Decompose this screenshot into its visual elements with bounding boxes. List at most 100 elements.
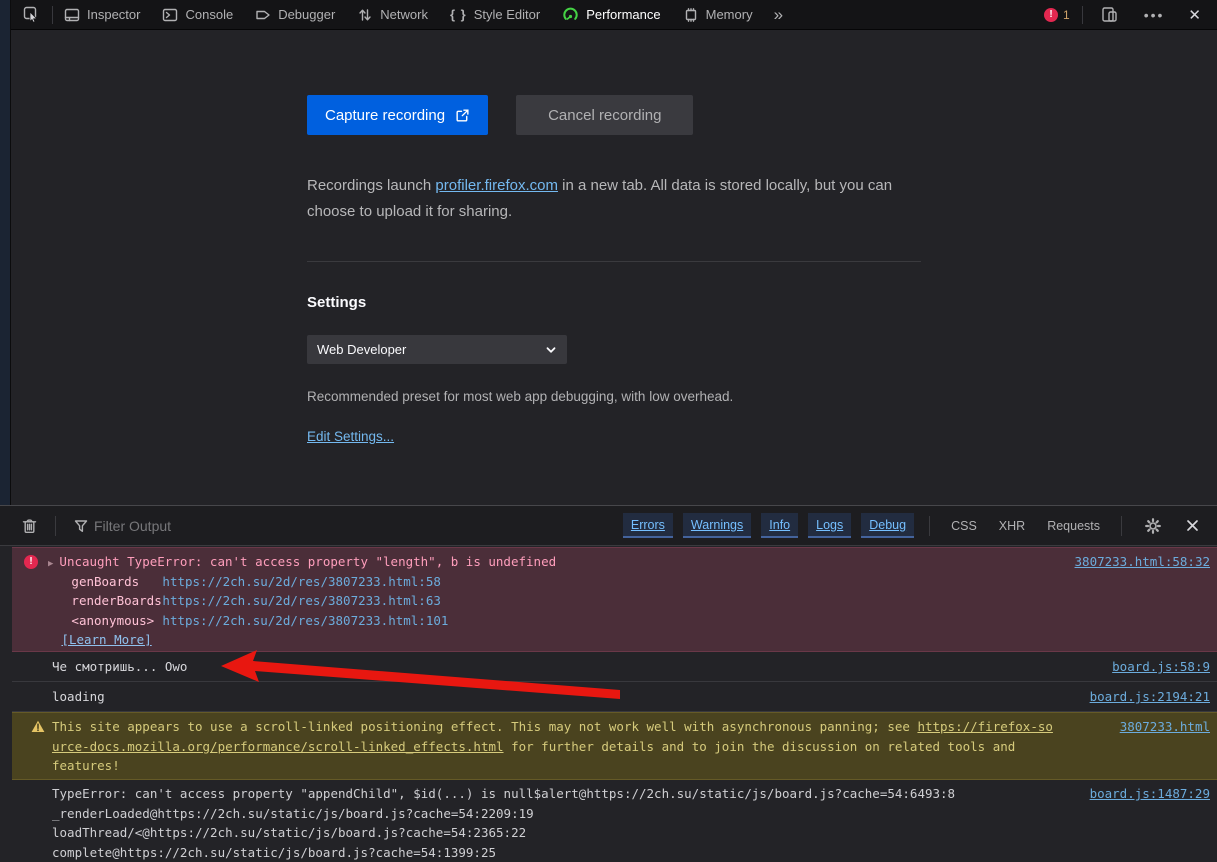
- preset-description: Recommended preset for most web app debu…: [307, 389, 734, 404]
- responsive-design-mode-button[interactable]: [1089, 6, 1130, 23]
- edit-settings-link[interactable]: Edit Settings...: [307, 429, 394, 444]
- message-source-link[interactable]: board.js:2194:21: [1078, 687, 1217, 707]
- frame-function: <anonymous>: [71, 612, 155, 628]
- console-message-warning: This site appears to use a scroll-linked…: [12, 712, 1217, 780]
- performance-panel: Capture recording Cancel recording Recor…: [12, 31, 1217, 503]
- performance-icon: [563, 7, 578, 20]
- filter-output-input[interactable]: [94, 517, 394, 534]
- gear-icon: [1145, 517, 1161, 534]
- warning-icon: [31, 720, 45, 732]
- filter-css-button[interactable]: CSS: [942, 514, 986, 538]
- filter-logs-button[interactable]: Logs: [808, 513, 852, 538]
- tab-inspector[interactable]: Inspector: [53, 0, 151, 29]
- style-editor-icon: { }: [449, 7, 467, 22]
- stacklog-line: _renderLoaded@https://2ch.su/static/js/b…: [52, 805, 534, 821]
- stacklog-line: TypeError: can't access property "append…: [52, 786, 956, 801]
- console-settings-button[interactable]: [1134, 517, 1172, 535]
- console-filter-buttons: Errors Warnings Info Logs Debug CSS XHR …: [620, 513, 1217, 538]
- tab-label: Debugger: [278, 7, 336, 22]
- tab-label: Inspector: [87, 7, 141, 22]
- preset-select[interactable]: Web Developer: [307, 335, 567, 364]
- filter-icon-wrap: [64, 519, 90, 533]
- log-text: loading: [52, 689, 105, 704]
- cancel-recording-label: Cancel recording: [548, 106, 662, 124]
- filter-errors-button[interactable]: Errors: [622, 513, 673, 538]
- frame-location-link[interactable]: https://2ch.su/2d/res/3807233.html:101: [162, 611, 448, 631]
- recordings-note: Recordings launch profiler.firefox.com i…: [307, 173, 921, 225]
- pick-element-icon: [23, 6, 38, 23]
- message-source-link[interactable]: 3807233.html:58:32: [1063, 552, 1217, 572]
- frame-function: renderBoards: [71, 593, 162, 608]
- frame-function: genBoards: [71, 573, 140, 589]
- filter-warnings-button[interactable]: Warnings: [682, 513, 752, 538]
- message-source-link[interactable]: 3807233.html: [1108, 717, 1217, 737]
- warning-message-body: This site appears to use a scroll-linked…: [52, 717, 1060, 776]
- trash-icon: [22, 518, 37, 533]
- console-output: ! ▶ Uncaught TypeError: can't access pro…: [12, 547, 1217, 862]
- stacklog-line: complete@https://2ch.su/static/js/board.…: [52, 844, 497, 860]
- tab-network[interactable]: Network: [346, 0, 439, 29]
- filter-info-button[interactable]: Info: [761, 513, 799, 538]
- error-badge-count: 1: [1063, 7, 1070, 22]
- console-toolbar-separator: [1121, 515, 1122, 536]
- stack-frames: genBoards https://2ch.su/2d/res/3807233.…: [71, 572, 1062, 631]
- tab-label: Performance: [586, 7, 661, 22]
- settings-heading: Settings: [307, 294, 367, 311]
- filter-requests-button[interactable]: Requests: [1038, 514, 1109, 538]
- network-icon: [359, 8, 371, 21]
- expand-stack-arrow[interactable]: ▶: [48, 555, 53, 575]
- console-toolbar-separator: [55, 515, 56, 536]
- filter-xhr-button[interactable]: XHR: [990, 514, 1034, 538]
- tab-memory[interactable]: Memory: [672, 0, 764, 29]
- console-message-log: Че смотришь... Owo board.js:58:9: [12, 652, 1217, 682]
- tab-style-editor[interactable]: { } Style Editor: [439, 0, 551, 29]
- tab-label: Style Editor: [473, 7, 541, 22]
- stack-frame: genBoards https://2ch.su/2d/res/3807233.…: [71, 572, 1062, 592]
- tab-overflow-button[interactable]: »: [764, 0, 793, 29]
- error-message-body: Uncaught TypeError: can't access propert…: [59, 552, 1062, 650]
- clear-console-button[interactable]: [12, 518, 47, 534]
- stack-frame: <anonymous> https://2ch.su/2d/res/380723…: [71, 611, 1062, 631]
- console-message-stacklog: TypeError: can't access property "append…: [12, 780, 1217, 862]
- learn-more-link[interactable]: [Learn More]: [61, 630, 151, 650]
- close-split-console-button[interactable]: [1176, 519, 1209, 532]
- error-count-badge[interactable]: ! 1: [1038, 7, 1076, 22]
- stacklog-line: loadThread/<@https://2ch.su/static/js/bo…: [52, 825, 527, 840]
- tab-label: Memory: [705, 7, 753, 22]
- capture-recording-button[interactable]: Capture recording: [307, 95, 489, 135]
- devtools-menu-button[interactable]: •••: [1136, 7, 1173, 23]
- error-icon: !: [24, 555, 38, 569]
- pick-element-button[interactable]: [11, 0, 52, 29]
- cancel-recording-button[interactable]: Cancel recording: [516, 95, 694, 135]
- error-message-text: Uncaught TypeError: can't access propert…: [59, 554, 557, 569]
- tab-debugger[interactable]: Debugger: [244, 0, 346, 29]
- stacklog-body: TypeError: can't access property "append…: [52, 784, 1078, 862]
- close-devtools-button[interactable]: ✕: [1178, 6, 1211, 24]
- error-badge-icon: !: [1044, 7, 1059, 22]
- tab-performance[interactable]: Performance: [551, 0, 671, 29]
- console-message-log: loading board.js:2194:21: [12, 682, 1217, 712]
- tab-console[interactable]: Console: [151, 0, 244, 29]
- debugger-icon: [256, 10, 270, 19]
- message-source-link[interactable]: board.js:1487:29: [1078, 784, 1217, 804]
- console-icon: [163, 8, 178, 21]
- section-divider: [307, 261, 921, 262]
- split-console: Errors Warnings Info Logs Debug CSS XHR …: [0, 505, 1217, 862]
- devtools-toolbar: Inspector Console Debugger Network { } S…: [11, 0, 1217, 30]
- console-toolbar-separator: [929, 515, 931, 536]
- profiler-firefox-link[interactable]: profiler.firefox.com: [435, 177, 558, 194]
- frame-location-link[interactable]: https://2ch.su/2d/res/3807233.html:63: [162, 591, 440, 611]
- console-message-error: ! ▶ Uncaught TypeError: can't access pro…: [12, 547, 1217, 652]
- warning-text: This site appears to use a scroll-linked…: [52, 719, 918, 734]
- message-source-link[interactable]: board.js:58:9: [1100, 657, 1217, 677]
- filter-debug-button[interactable]: Debug: [861, 513, 915, 538]
- toolbar-separator: [1081, 5, 1083, 24]
- capture-recording-label: Capture recording: [325, 106, 446, 124]
- recording-buttons-row: Capture recording Cancel recording: [307, 95, 921, 135]
- external-link-icon: [456, 108, 469, 122]
- filter-funnel-icon: [74, 519, 88, 532]
- note-text: Recordings launch: [307, 177, 436, 194]
- frame-location-link[interactable]: https://2ch.su/2d/res/3807233.html:58: [162, 572, 440, 592]
- memory-icon: [685, 7, 696, 22]
- close-icon: [1187, 520, 1198, 531]
